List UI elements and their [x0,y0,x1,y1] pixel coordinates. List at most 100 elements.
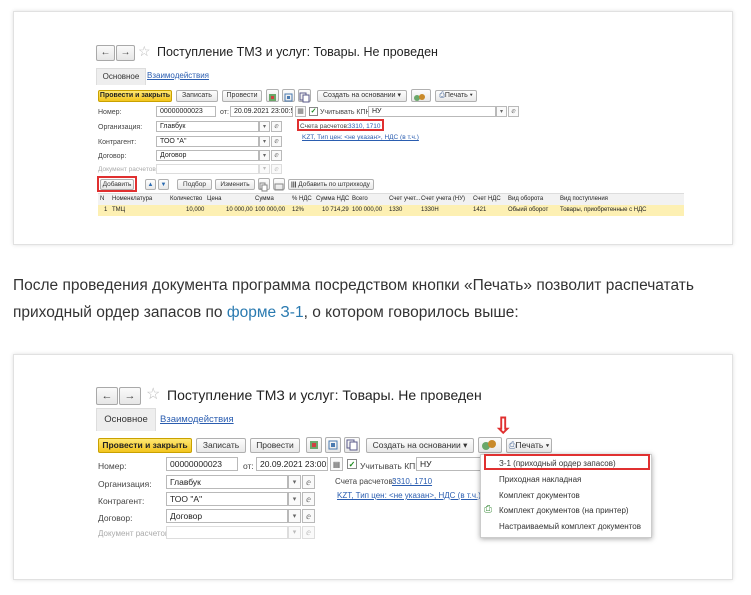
accounts-link[interactable]: 3310, 1710 [392,477,432,486]
kpn-checkbox[interactable]: ✓ [347,459,357,469]
document-window-1: ← → ☆ Поступление ТМЗ и услуг: Товары. Н… [14,12,732,244]
price-type-link[interactable]: KZT, Тип цен: <не указан>, НДС (в т.ч.) [302,134,419,141]
date-label: от: [220,109,229,116]
organization-field[interactable]: Главбук [166,475,288,489]
kpn-field[interactable]: НУ [368,106,496,117]
post-and-close-button[interactable]: Провести и закрыть [98,90,172,102]
menu-item-doc-set-printer[interactable]: Комплект документов (на принтер) [499,506,629,515]
accounts-label: Счета расчетов: [335,477,395,486]
settlement-doc-label: Документ расчетов: [98,529,172,538]
forward-button[interactable]: → [116,45,135,61]
organization-field[interactable]: Главбук [156,121,259,132]
reports-icon[interactable] [411,89,431,102]
dt-kt-icon[interactable] [266,89,279,102]
calendar-icon[interactable]: ▦ [295,106,306,117]
col-account-nu: Счет учета (НУ) [421,196,466,202]
contractor-field[interactable]: ТОО "А" [156,136,259,147]
date-field[interactable]: 20.09.2021 23:00:58 [230,106,293,117]
contract-open-icon[interactable]: ⅇ [271,150,282,161]
favorite-star-icon[interactable]: ☆ [146,384,160,404]
create-based-on-button[interactable]: Создать на основании ▾ [317,90,407,102]
contractor-dropdown-icon[interactable]: ▾ [288,492,301,506]
contractor-open-icon[interactable]: ⅇ [271,136,282,147]
cell-account: 1330 [389,207,403,213]
contractor-open-icon[interactable]: ⅇ [302,492,315,506]
select-button[interactable]: Подбор [177,179,212,190]
col-vat-account: Счет НДС [473,196,501,202]
kpn-open-icon[interactable]: ⅇ [508,106,519,117]
cell-nomenclature: ТМЦ [112,207,126,213]
contract-field[interactable]: Договор [166,509,288,523]
table-settings-icon[interactable] [273,178,285,191]
save-button[interactable]: Записать [196,438,246,453]
col-nomenclature: Номенклатура [112,196,153,202]
kpn-dropdown-icon[interactable]: ▾ [496,106,507,117]
tab-interactions[interactable]: Взаимодействия [160,414,234,425]
save-button[interactable]: Записать [176,90,218,102]
organization-open-icon[interactable]: ⅇ [271,121,282,132]
back-button[interactable]: ← [96,45,115,61]
contractor-dropdown-icon[interactable]: ▾ [259,136,270,147]
printer-icon: ⎙ [508,440,516,450]
create-based-on-button[interactable]: Создать на основании ▾ [366,438,474,453]
related-docs-icon[interactable] [298,89,311,103]
print-button[interactable]: ⎙Печать ▾ [435,90,477,102]
organization-label: Организация: [98,479,152,489]
reports-icon[interactable] [478,437,502,453]
article-paragraph: После проведения документа программа пос… [13,277,694,321]
calendar-icon[interactable]: ▦ [330,457,343,471]
date-label: от: [243,461,254,471]
print-button[interactable]: ⎙Печать ▾ [506,438,552,453]
organization-dropdown-icon[interactable]: ▾ [259,121,270,132]
screenshot-card-2: ← → ☆ Поступление ТМЗ и услуг: Товары. Н… [13,354,733,580]
move-down-icon[interactable]: ▼ [158,179,169,190]
screenshot-card-1: ← → ☆ Поступление ТМЗ и услуг: Товары. Н… [13,11,733,245]
menu-item-receipt-invoice[interactable]: Приходная накладная [499,475,581,484]
copy-icon[interactable] [258,178,270,192]
structure-icon[interactable] [282,89,295,102]
document-window-2: ← → ☆ Поступление ТМЗ и услуг: Товары. Н… [14,355,732,579]
col-sum: Сумма [255,196,274,202]
structure-icon[interactable] [325,437,341,453]
settlement-doc-field [156,164,259,174]
table-row[interactable]: 1 ТМЦ 10,000 10 000,00 100 000,00 12% 10… [98,205,684,216]
related-docs-icon[interactable] [344,437,360,453]
cell-turnover-type: Обыий оборот [508,207,549,213]
number-field[interactable]: 00000000023 [166,457,238,471]
contract-field[interactable]: Договор [156,150,259,161]
move-up-icon[interactable]: ▲ [145,179,156,190]
contract-label: Договор: [98,513,133,523]
menu-item-custom-doc-set[interactable]: Настраиваемый комплект документов [499,522,641,531]
organization-open-icon[interactable]: ⅇ [302,475,315,489]
form-z1-link[interactable]: форме З-1 [227,304,304,321]
contract-dropdown-icon[interactable]: ▾ [259,150,270,161]
date-field[interactable]: 20.09.2021 23:00:58 [256,457,328,471]
price-type-link[interactable]: KZT, Тип цен: <не указан>, НДС (в т.ч.) [337,491,481,500]
post-button[interactable]: Провести [250,438,300,453]
number-label: Номер: [98,461,127,471]
tab-interactions[interactable]: Взаимодействия [147,71,209,80]
number-label: Номер: [98,109,122,116]
col-quantity: Количество [170,196,203,202]
arrow-down-icon: ⇩ [494,413,513,438]
post-and-close-button[interactable]: Провести и закрыть [98,438,192,453]
col-vat-sum: Сумма НДС [316,196,350,202]
dt-kt-icon[interactable] [306,437,322,453]
change-button[interactable]: Изменить [215,179,255,190]
tab-main[interactable]: Основное [96,68,146,85]
organization-dropdown-icon[interactable]: ▾ [288,475,301,489]
contract-open-icon[interactable]: ⅇ [302,509,315,523]
menu-item-doc-set[interactable]: Комплект документов [499,491,580,500]
favorite-star-icon[interactable]: ☆ [138,43,151,60]
add-by-barcode-button[interactable]: ||| Добавить по штрихкоду [288,179,374,190]
forward-button[interactable]: → [119,387,141,405]
col-account: Счет учет... [389,196,421,202]
contract-dropdown-icon[interactable]: ▾ [288,509,301,523]
contractor-field[interactable]: ТОО "А" [166,492,288,506]
kpn-checkbox[interactable]: ✓ [309,107,318,116]
settlement-doc-open-icon: ⅇ [271,164,282,174]
back-button[interactable]: ← [96,387,118,405]
post-button[interactable]: Провести [222,90,262,102]
number-field[interactable]: 00000000023 [156,106,216,117]
tab-main[interactable]: Основное [96,408,156,431]
